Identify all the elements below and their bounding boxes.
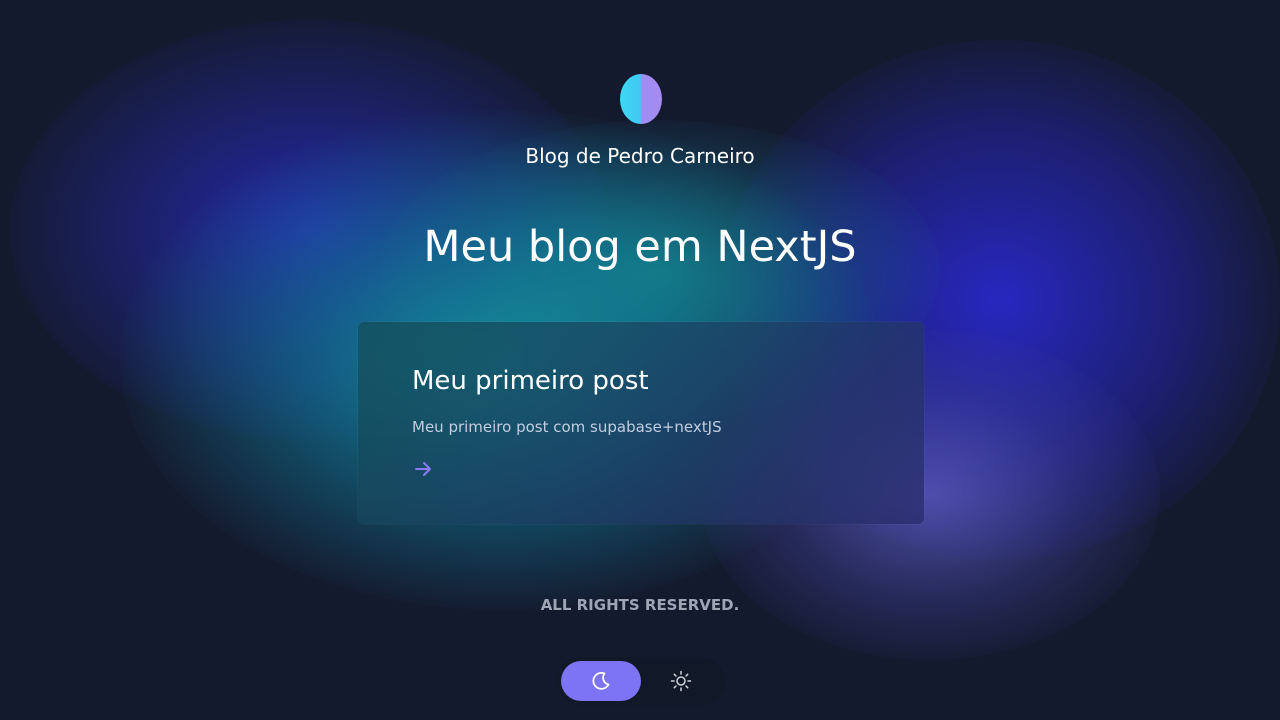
post-card[interactable]: Meu primeiro post Meu primeiro post com … (358, 322, 924, 524)
sun-icon (670, 670, 692, 692)
theme-toggle[interactable] (557, 657, 725, 705)
moon-icon (592, 672, 610, 690)
footer-copyright: ALL RIGHTS RESERVED. (540, 596, 740, 614)
avatar-logo-icon[interactable] (620, 74, 662, 124)
post-excerpt: Meu primeiro post com supabase+nextJS (412, 418, 722, 436)
page: Blog de Pedro Carneiro Meu blog em NextJ… (0, 0, 1280, 720)
dark-theme-button[interactable] (561, 661, 641, 701)
page-title: Meu blog em NextJS (423, 222, 857, 272)
post-title[interactable]: Meu primeiro post (412, 366, 649, 396)
site-title[interactable]: Blog de Pedro Carneiro (0, 144, 1280, 168)
light-theme-button[interactable] (641, 661, 721, 701)
arrow-right-icon[interactable] (412, 458, 434, 480)
